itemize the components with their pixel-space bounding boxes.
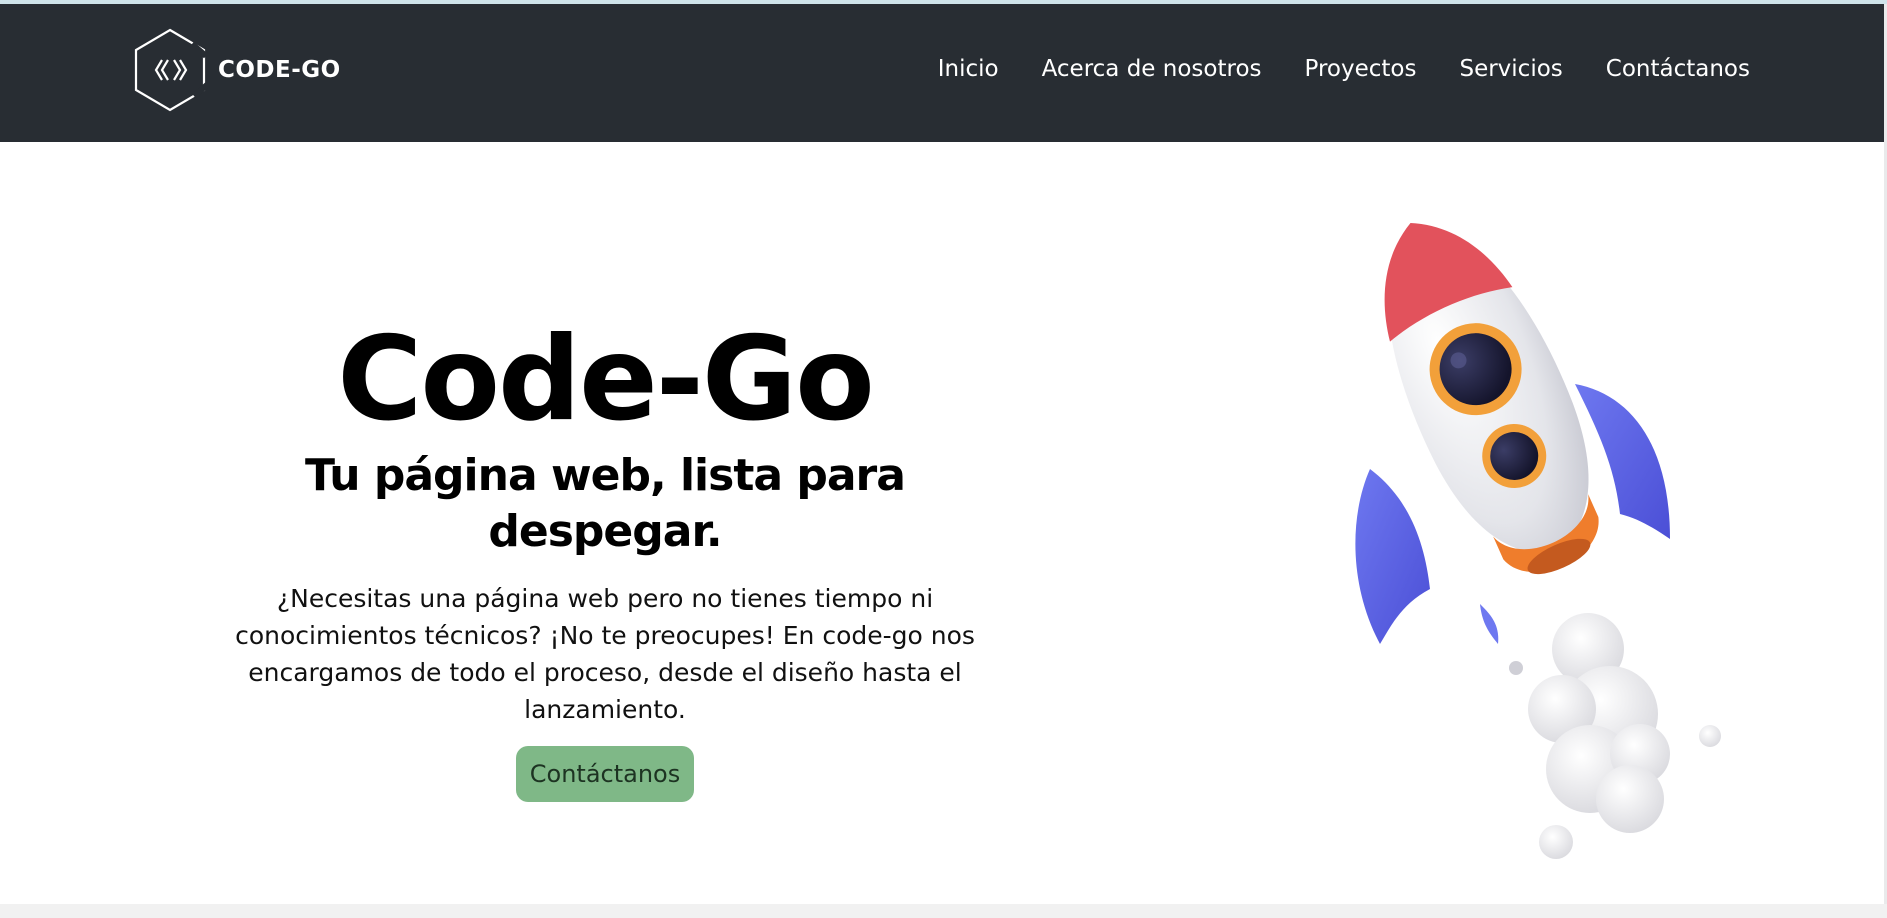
main-nav: Inicio Acerca de nosotros Proyectos Serv…	[938, 56, 1750, 82]
nav-link-proyectos[interactable]: Proyectos	[1305, 56, 1417, 82]
nav-link-contactanos[interactable]: Contáctanos	[1606, 56, 1750, 82]
hero-subtitle: Tu página web, lista para despegar.	[305, 450, 906, 557]
hexagon-code-icon	[134, 28, 208, 112]
contact-cta-button[interactable]: Contáctanos	[515, 746, 695, 802]
nav-link-acerca[interactable]: Acerca de nosotros	[1042, 56, 1262, 82]
hero-title: Code-Go	[337, 312, 875, 447]
nav-link-inicio[interactable]: Inicio	[938, 56, 999, 82]
rocket-illustration	[1355, 223, 1721, 859]
navbar: CODE-GO Inicio Acerca de nosotros Proyec…	[0, 4, 1884, 142]
brand-name: CODE-GO	[218, 57, 341, 83]
hero-section: Code-Go Tu página web, lista para despeg…	[222, 314, 988, 802]
brand-home-link[interactable]: CODE-GO	[132, 26, 341, 114]
nav-link-servicios[interactable]: Servicios	[1459, 56, 1562, 82]
viewport: CODE-GO Inicio Acerca de nosotros Proyec…	[0, 4, 1884, 904]
hero-description: ¿Necesitas una página web pero no tienes…	[235, 584, 975, 724]
bottom-bar	[0, 904, 1887, 918]
browser-page: CODE-GO Inicio Acerca de nosotros Proyec…	[0, 0, 1887, 918]
